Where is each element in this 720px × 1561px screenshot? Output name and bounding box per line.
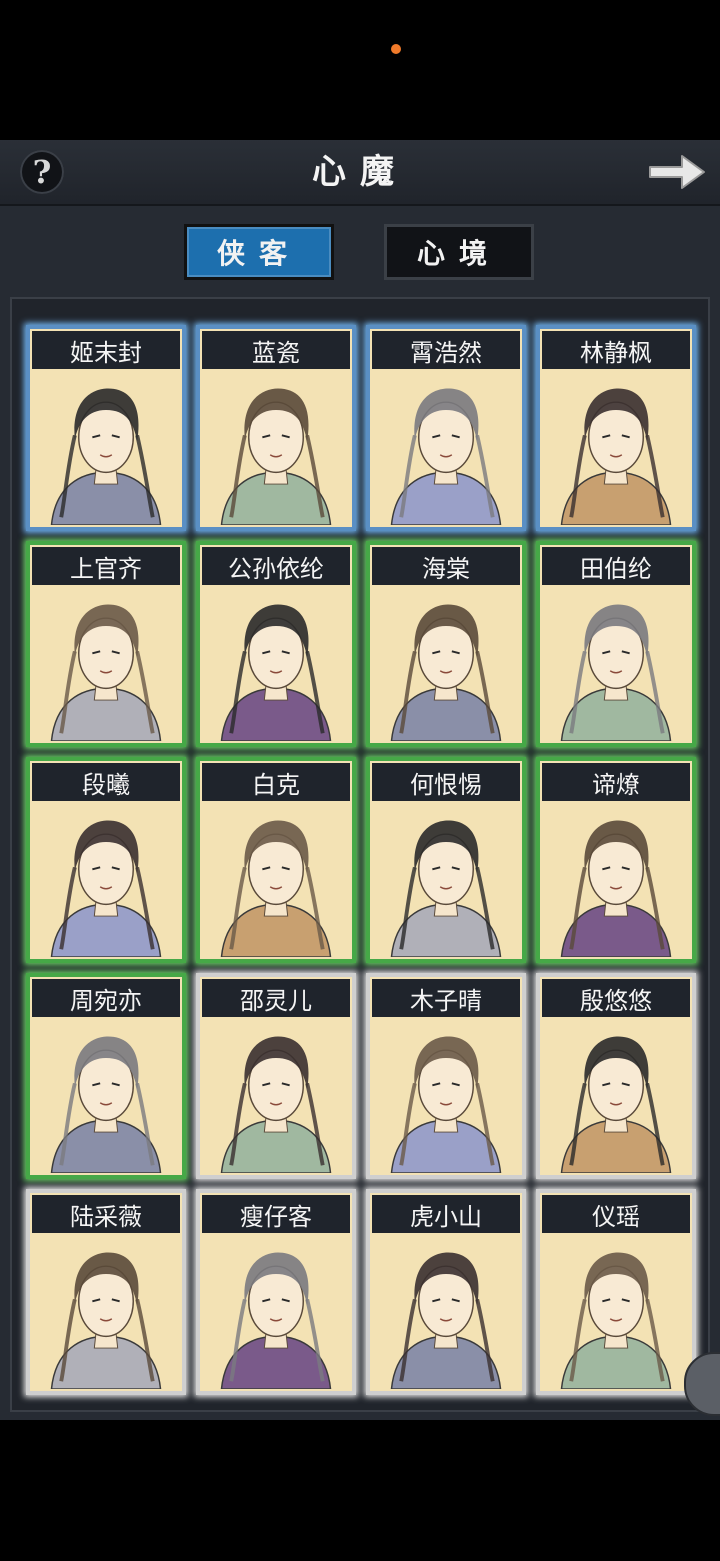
character-name: 虎小山 (372, 1195, 520, 1233)
character-portrait (32, 371, 180, 525)
character-card[interactable]: 公孙依纶 (196, 541, 356, 747)
character-card[interactable]: 段曦 (26, 757, 186, 963)
character-name: 霄浩然 (372, 331, 520, 369)
character-card[interactable]: 殷悠悠 (536, 973, 696, 1179)
character-portrait (202, 1235, 350, 1389)
character-card[interactable]: 木子晴 (366, 973, 526, 1179)
character-card[interactable]: 田伯纶 (536, 541, 696, 747)
character-portrait (32, 587, 180, 741)
character-name: 白克 (202, 763, 350, 801)
character-card[interactable]: 谛燎 (536, 757, 696, 963)
tab-mindset[interactable]: 心境 (384, 224, 534, 280)
character-portrait (372, 587, 520, 741)
status-indicator-dot (391, 44, 401, 54)
character-name: 公孙依纶 (202, 547, 350, 585)
character-portrait (542, 587, 690, 741)
character-name: 邵灵儿 (202, 979, 350, 1017)
character-card[interactable]: 林静枫 (536, 325, 696, 531)
character-name: 瘦仔客 (202, 1195, 350, 1233)
character-card[interactable]: 瘦仔客 (196, 1189, 356, 1395)
character-name: 何恨惕 (372, 763, 520, 801)
character-portrait (542, 1235, 690, 1389)
character-grid-panel: 姬末封 蓝瓷 霄浩然 林静枫上官齐 公孙依纶 海棠 田伯纶段曦 白克 何恨惕 谛燎周宛亦 邵灵儿 木子… (10, 297, 710, 1412)
character-name: 段曦 (32, 763, 180, 801)
character-portrait (32, 803, 180, 957)
character-portrait (372, 1235, 520, 1389)
arrow-right-icon[interactable] (644, 148, 708, 196)
character-card[interactable]: 周宛亦 (26, 973, 186, 1179)
character-card[interactable]: 姬末封 (26, 325, 186, 531)
character-name: 上官齐 (32, 547, 180, 585)
character-card[interactable]: 蓝瓷 (196, 325, 356, 531)
character-portrait (32, 1235, 180, 1389)
character-name: 谛燎 (542, 763, 690, 801)
character-name: 林静枫 (542, 331, 690, 369)
character-card[interactable]: 虎小山 (366, 1189, 526, 1395)
character-portrait (202, 587, 350, 741)
character-portrait (372, 1019, 520, 1173)
character-name: 海棠 (372, 547, 520, 585)
tab-bar: 侠客 心境 (0, 206, 720, 294)
page-title: 心魔 (312, 152, 408, 192)
tab-heroes-label: 侠客 (216, 237, 301, 270)
character-card[interactable]: 陆采薇 (26, 1189, 186, 1395)
character-card[interactable]: 仪瑶 (536, 1189, 696, 1395)
character-portrait (32, 1019, 180, 1173)
character-name: 蓝瓷 (202, 331, 350, 369)
navigation-bar-area (0, 1420, 720, 1561)
character-card[interactable]: 邵灵儿 (196, 973, 356, 1179)
character-portrait (372, 803, 520, 957)
character-name: 木子晴 (372, 979, 520, 1017)
character-portrait (542, 1019, 690, 1173)
character-portrait (202, 1019, 350, 1173)
character-portrait (202, 371, 350, 525)
character-portrait (542, 803, 690, 957)
character-card[interactable]: 白克 (196, 757, 356, 963)
character-card[interactable]: 霄浩然 (366, 325, 526, 531)
character-portrait (372, 371, 520, 525)
character-portrait (542, 371, 690, 525)
top-bar: ? 心魔 (0, 140, 720, 206)
character-name: 田伯纶 (542, 547, 690, 585)
character-portrait (202, 803, 350, 957)
character-card[interactable]: 上官齐 (26, 541, 186, 747)
character-name: 陆采薇 (32, 1195, 180, 1233)
heart-demon-screen: ? 心魔 侠客 心境 姬末封 蓝瓷 霄浩然 林静枫上官齐 公孙依纶 海棠 田伯纶段曦 白克 何恨… (0, 140, 720, 1420)
character-card[interactable]: 何恨惕 (366, 757, 526, 963)
character-card[interactable]: 海棠 (366, 541, 526, 747)
character-name: 殷悠悠 (542, 979, 690, 1017)
character-name: 周宛亦 (32, 979, 180, 1017)
tab-mindset-label: 心境 (416, 237, 501, 270)
character-name: 姬末封 (32, 331, 180, 369)
character-name: 仪瑶 (542, 1195, 690, 1233)
tab-heroes[interactable]: 侠客 (184, 224, 334, 280)
